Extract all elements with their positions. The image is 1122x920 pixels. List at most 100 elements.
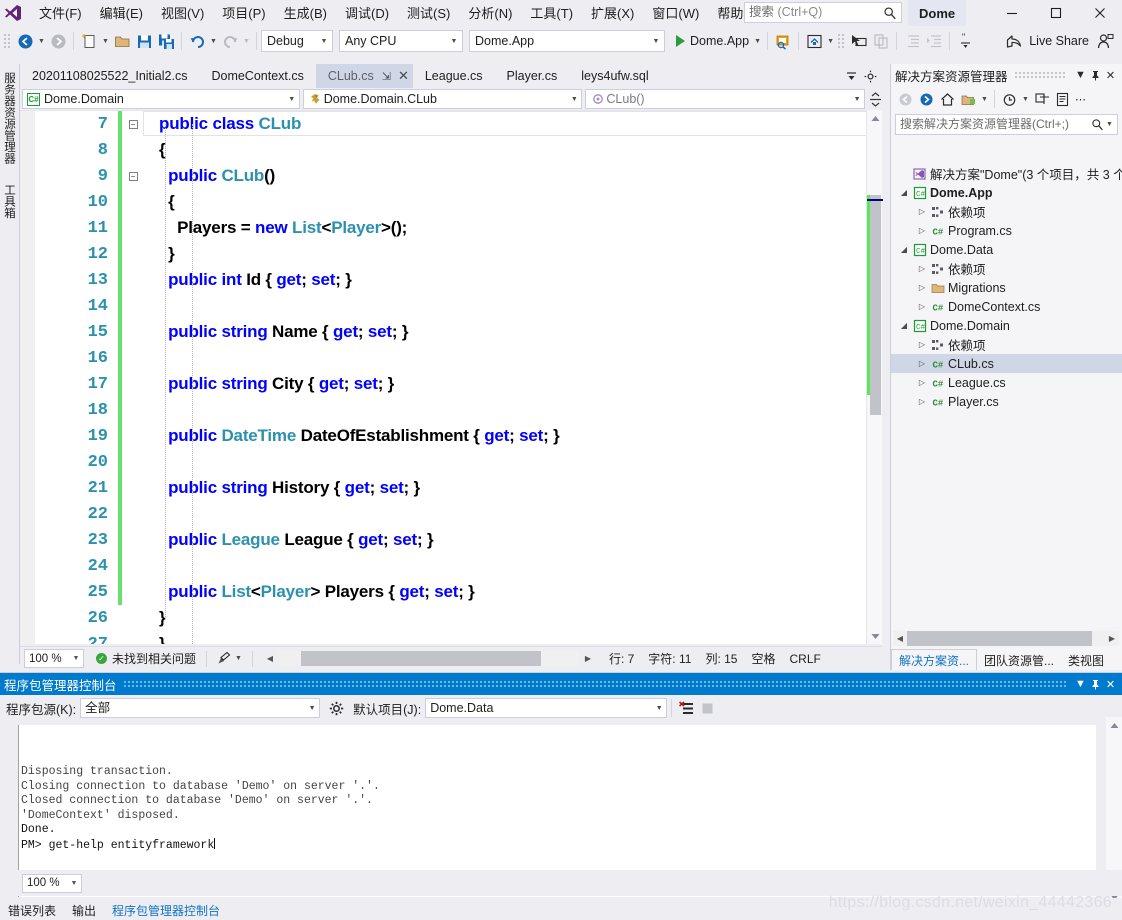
toolbar-grip-2[interactable] [836,32,847,50]
solution-configuration-select[interactable]: Debug ▼ [261,30,333,52]
expander-closed-icon[interactable]: ▷ [915,397,929,406]
solution-platform-select[interactable]: Any CPU ▼ [339,30,463,52]
tree-node[interactable]: ▷ C# DomeContext.cs [891,297,1122,316]
se-forward-icon[interactable] [916,88,937,110]
comment-lines-icon[interactable]: " [954,29,976,53]
chevron-down-icon[interactable]: ▼ [235,655,242,662]
console-zoom-select[interactable]: 100 % ▼ [22,873,82,893]
live-preview-icon[interactable] [803,29,825,53]
startup-project-select[interactable]: Dome.App ▼ [469,30,665,52]
pin-tab-icon[interactable]: ⇲ [382,70,391,83]
pin-panel-icon[interactable] [1088,66,1103,84]
pmc-source-select[interactable]: 全部 ▼ [80,698,321,718]
new-project-dropdown-icon[interactable]: ▼ [100,29,111,53]
menu-extensions[interactable]: 扩展(X) [582,2,643,25]
save-icon[interactable] [133,29,155,53]
expander-closed-icon[interactable]: ▷ [915,359,929,368]
bottom-tab-output[interactable]: 输出 [64,900,104,920]
pmc-menu-icon[interactable]: ▼ [1073,675,1088,693]
bottom-tab-package-manager-console[interactable]: 程序包管理器控制台 [104,900,229,920]
se-tab-class-view[interactable]: 类视图 [1061,650,1111,670]
code-line[interactable]: 18 [20,397,560,423]
live-preview-dropdown-icon[interactable]: ▼ [825,29,836,53]
active-files-dropdown-icon[interactable] [843,66,860,86]
expander-closed-icon[interactable]: ▷ [915,226,929,235]
menu-build[interactable]: 生成(B) [275,2,336,25]
scroll-down-icon[interactable] [867,628,883,644]
attach-to-process-icon[interactable] [772,29,794,53]
tab-settings-gear-icon[interactable] [862,66,879,86]
code-line[interactable]: 24 [20,553,560,579]
menu-window[interactable]: 窗口(W) [643,2,708,25]
expander-closed-icon[interactable]: ▷ [915,378,929,387]
hscroll-right-icon[interactable]: ▶ [581,654,595,663]
menu-view[interactable]: 视图(V) [152,2,213,25]
indentation-label[interactable]: 空格 [751,650,775,667]
tree-node[interactable]: ▷ 依赖项 [891,259,1122,278]
expander-open-icon[interactable]: ◢ [897,245,911,254]
code-line[interactable]: 22 [20,501,560,527]
minimize-button[interactable] [990,0,1034,26]
code-line[interactable]: 19 public DateTime DateOfEstablishment {… [20,423,560,449]
tree-node[interactable]: ◢ C# Dome.App [891,183,1122,202]
editor-hscrollbar-thumb[interactable] [300,651,541,666]
tree-node[interactable]: ▷ 依赖项 [891,202,1122,221]
code-line[interactable]: 13 public int Id { get; set; } [20,267,560,293]
close-button[interactable] [1078,0,1122,26]
editor-tab-club-active[interactable]: CLub.cs ⇲ ✕ [315,64,413,88]
server-explorer-tab[interactable]: 服务器资源管理器 [0,68,20,168]
pmc-pin-icon[interactable] [1088,675,1103,693]
scroll-up-icon[interactable] [867,110,883,126]
solution-tree[interactable]: 解决方案"Dome"(3 个项目，共 3 个 ◢ C# Dome.App ▷ 依赖项 ▷ C#… [891,164,1122,644]
hscroll-left-icon[interactable]: ◀ [893,634,907,643]
start-debugging-dropdown-icon[interactable]: ▼ [752,29,763,53]
code-line[interactable]: 23 public League League { get; set; } [20,527,560,553]
expander-open-icon[interactable]: ◢ [897,321,911,330]
editor-scrollbar-thumb[interactable] [870,195,881,415]
panel-drag-grip[interactable] [1013,71,1067,79]
hscroll-left-icon[interactable]: ◀ [263,654,277,663]
pmc-close-icon[interactable]: ✕ [1103,675,1118,693]
code-line[interactable]: 17 public string City { get; set; } [20,371,560,397]
line-ending-label[interactable]: CRLF [789,652,820,666]
code-line[interactable]: 27 } [20,631,560,644]
solution-explorer-hscrollbar[interactable]: ◀ ▶ [893,631,1119,646]
minus-icon[interactable]: − [128,119,138,129]
code-line[interactable]: 26 } [20,605,560,631]
editor-tab-player[interactable]: Player.cs [495,64,570,88]
code-editor[interactable]: 7− public class CLub 8 {9− public CLub() 1… [20,110,882,644]
code-cleanup-button[interactable]: ▼ [217,651,242,666]
code-line[interactable]: 10 { [20,189,560,215]
code-lines-container[interactable]: 7− public class CLub 8 {9− public CLub() 1… [20,111,560,644]
expander-closed-icon[interactable]: ▷ [915,264,929,273]
se-hscrollbar-thumb[interactable] [907,631,1092,646]
editor-horizontal-scrollbar[interactable] [278,651,579,666]
bottom-tab-error-list[interactable]: 错误列表 [0,900,64,920]
split-editor-icon[interactable] [868,89,882,109]
menu-test[interactable]: 测试(S) [398,2,459,25]
open-file-icon[interactable] [111,29,133,53]
menu-edit[interactable]: 编辑(E) [91,2,152,25]
code-line[interactable]: 16 [20,345,560,371]
toolbar-grip[interactable] [2,32,12,50]
maximize-button[interactable] [1034,0,1078,26]
tree-node[interactable]: ▷ C# Program.cs [891,221,1122,240]
main-menu[interactable]: 文件(F) 编辑(E) 视图(V) 项目(P) 生成(B) 调试(D) 测试(S… [30,0,770,26]
code-line[interactable]: 20 [20,449,560,475]
editor-zoom-select[interactable]: 100 % ▼ [24,649,84,668]
scroll-up-icon[interactable] [1106,717,1122,733]
pmc-default-project-select[interactable]: Dome.Data ▼ [425,698,668,718]
solution-explorer-search-input[interactable]: 搜索解决方案资源管理器(Ctrl+;) ▼ [895,114,1118,135]
expander-closed-icon[interactable]: ▷ [915,283,929,292]
editor-tab-league[interactable]: League.cs [413,64,495,88]
se-tab-solution-explorer[interactable]: 解决方案资... [891,649,978,670]
menu-project[interactable]: 项目(P) [213,2,274,25]
collapse-outlining-icon[interactable]: − [122,171,144,181]
code-line[interactable]: 25 public List<Player> Players { get; se… [20,579,560,605]
editor-tab-migration[interactable]: 20201108025522_Initial2.cs [20,64,199,88]
code-line[interactable]: 15 public string Name { get; set; } [20,319,560,345]
expander-closed-icon[interactable]: ▷ [915,207,929,216]
se-tab-team-explorer[interactable]: 团队资源管... [977,650,1061,670]
navigate-backward-dropdown-icon[interactable]: ▼ [36,29,47,53]
pmc-drag-grip[interactable] [122,680,1067,688]
